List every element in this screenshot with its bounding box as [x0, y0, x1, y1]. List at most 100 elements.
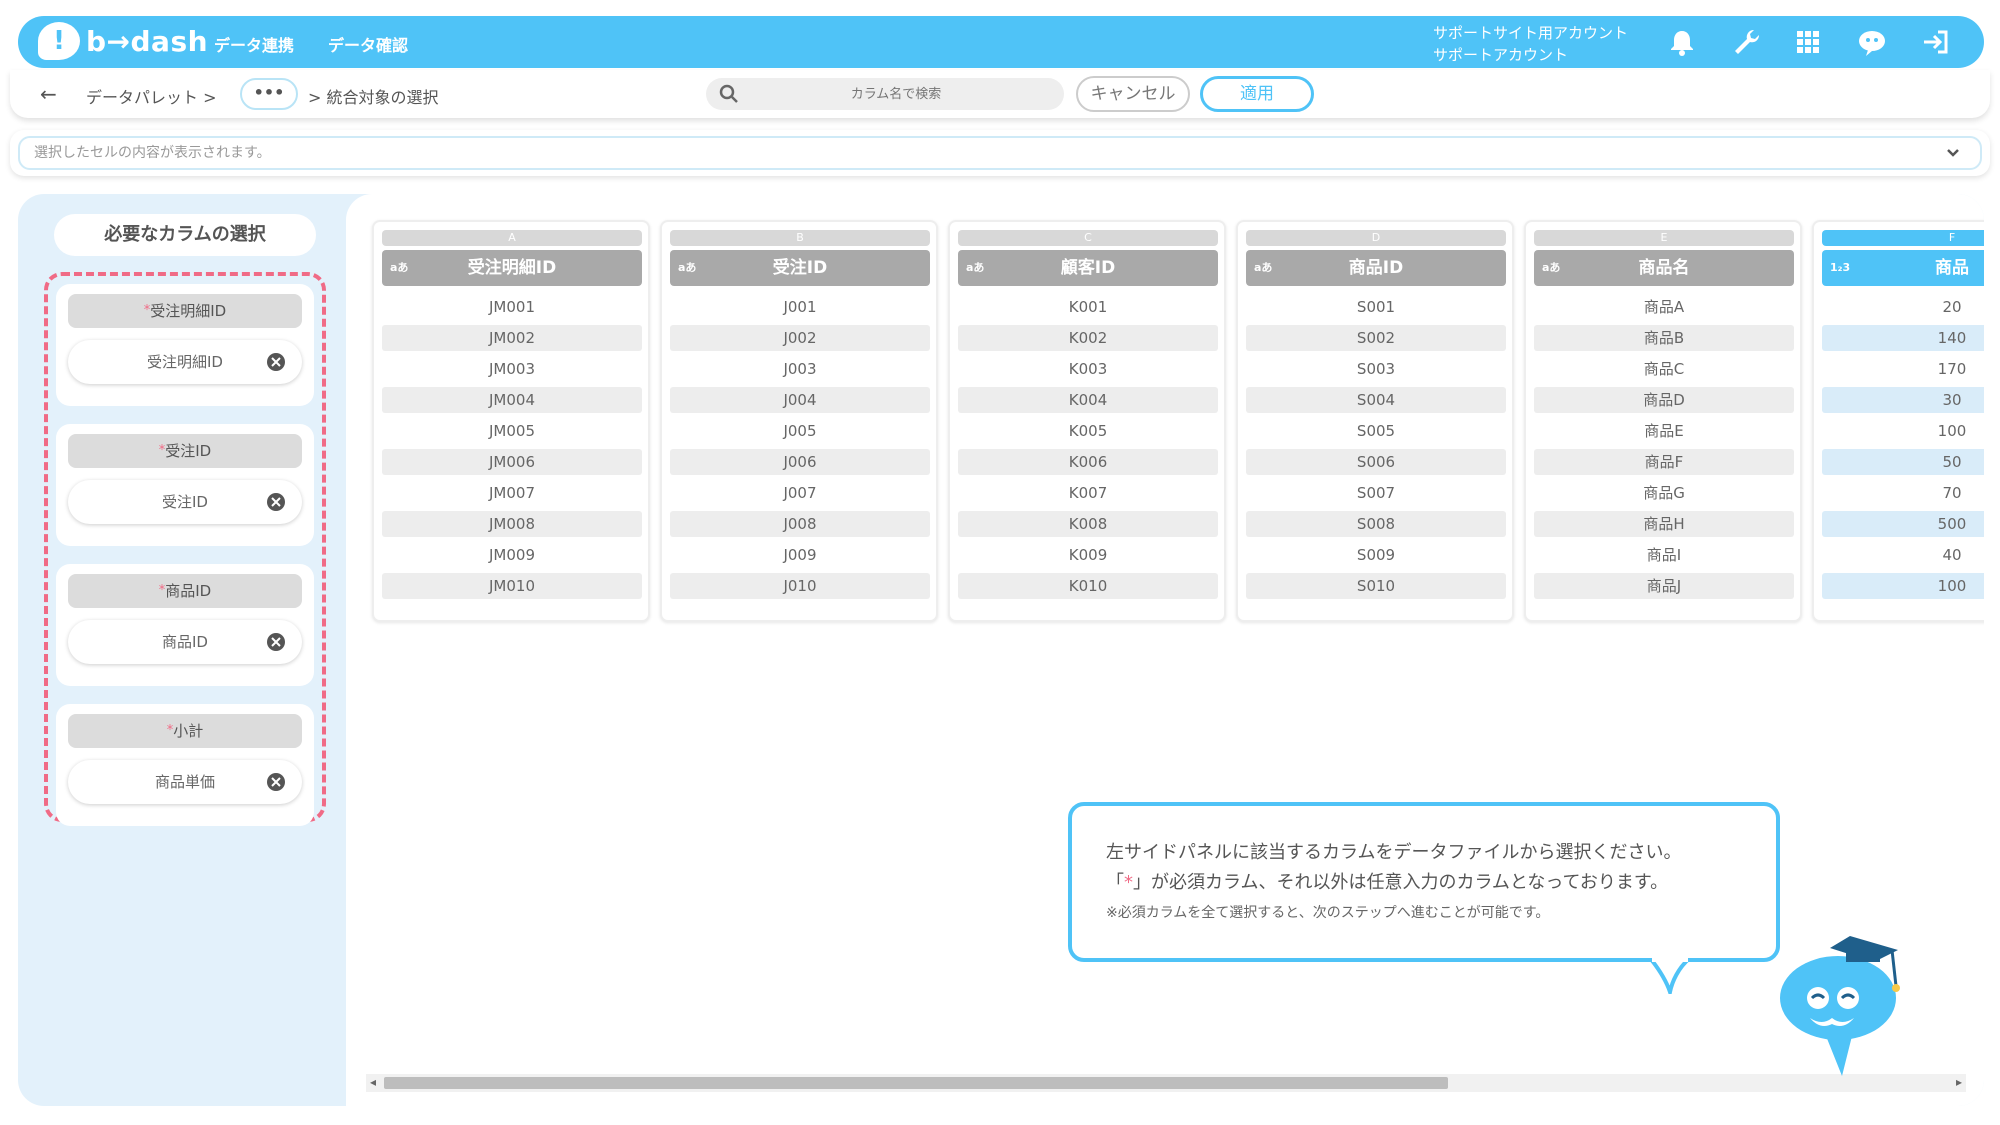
table-cell[interactable]: S003: [1246, 356, 1506, 382]
table-cell[interactable]: JM009: [382, 542, 642, 568]
scrollbar-thumb[interactable]: [384, 1077, 1448, 1089]
logo[interactable]: ! b→dash: [38, 22, 208, 60]
table-cell[interactable]: 商品J: [1534, 573, 1794, 599]
data-column[interactable]: F 1₂3 商品 20 140 170 30 100 50 70 500 40 100: [1812, 220, 1984, 622]
scroll-left-icon[interactable]: ◂: [370, 1075, 376, 1089]
column-header[interactable]: aあ 受注ID: [670, 250, 930, 286]
column-slot-value[interactable]: 受注明細ID: [68, 340, 302, 384]
breadcrumb-more-button[interactable]: •••: [240, 78, 298, 110]
table-cell[interactable]: K006: [958, 449, 1218, 475]
table-cell[interactable]: K002: [958, 325, 1218, 351]
clear-icon[interactable]: [266, 632, 286, 652]
data-column[interactable]: Baあ 受注ID J001 J002 J003 J004 J005 J006 J007 J008 J…: [660, 220, 938, 622]
apps-grid-icon[interactable]: [1792, 26, 1824, 58]
table-cell[interactable]: J009: [670, 542, 930, 568]
table-cell[interactable]: K009: [958, 542, 1218, 568]
table-cell[interactable]: J003: [670, 356, 930, 382]
table-cell[interactable]: 30: [1822, 387, 1984, 413]
table-cell[interactable]: J002: [670, 325, 930, 351]
data-column[interactable]: Daあ 商品ID S001 S002 S003 S004 S005 S006 S007 S008 S…: [1236, 220, 1514, 622]
column-header[interactable]: 1₂3 商品: [1822, 250, 1984, 286]
table-cell[interactable]: JM003: [382, 356, 642, 382]
table-cell[interactable]: J010: [670, 573, 930, 599]
table-cell[interactable]: S008: [1246, 511, 1506, 537]
bell-icon[interactable]: [1666, 26, 1698, 58]
clear-icon[interactable]: [266, 492, 286, 512]
table-cell[interactable]: S006: [1246, 449, 1506, 475]
table-cell[interactable]: J008: [670, 511, 930, 537]
table-cell[interactable]: S004: [1246, 387, 1506, 413]
column-header[interactable]: aあ 商品名: [1534, 250, 1794, 286]
column-slot-value[interactable]: 商品ID: [68, 620, 302, 664]
table-cell[interactable]: 商品C: [1534, 356, 1794, 382]
table-cell[interactable]: S001: [1246, 294, 1506, 320]
table-cell[interactable]: J007: [670, 480, 930, 506]
table-cell[interactable]: K003: [958, 356, 1218, 382]
apply-button[interactable]: 適用: [1200, 76, 1314, 112]
cancel-button[interactable]: キャンセル: [1076, 76, 1190, 112]
table-cell[interactable]: JM004: [382, 387, 642, 413]
table-cell[interactable]: JM005: [382, 418, 642, 444]
table-cell[interactable]: JM008: [382, 511, 642, 537]
table-cell[interactable]: 商品A: [1534, 294, 1794, 320]
column-header[interactable]: aあ 顧客ID: [958, 250, 1218, 286]
table-cell[interactable]: J004: [670, 387, 930, 413]
column-search[interactable]: [706, 78, 1064, 110]
table-cell[interactable]: S010: [1246, 573, 1506, 599]
table-cell[interactable]: 商品B: [1534, 325, 1794, 351]
data-column[interactable]: Caあ 顧客ID K001 K002 K003 K004 K005 K006 K007 K008 K…: [948, 220, 1226, 622]
table-cell[interactable]: 100: [1822, 573, 1984, 599]
table-cell[interactable]: S005: [1246, 418, 1506, 444]
breadcrumb-data-palette[interactable]: データパレット >: [86, 84, 217, 108]
table-cell[interactable]: JM006: [382, 449, 642, 475]
table-cell[interactable]: JM010: [382, 573, 642, 599]
nav-data-integration[interactable]: データ連携: [214, 32, 294, 56]
table-cell[interactable]: K001: [958, 294, 1218, 320]
table-cell[interactable]: J006: [670, 449, 930, 475]
table-cell[interactable]: 500: [1822, 511, 1984, 537]
table-cell[interactable]: K005: [958, 418, 1218, 444]
table-cell[interactable]: JM007: [382, 480, 642, 506]
table-cell[interactable]: K008: [958, 511, 1218, 537]
column-header[interactable]: aあ 商品ID: [1246, 250, 1506, 286]
chevron-down-icon[interactable]: [1942, 142, 1964, 164]
table-cell[interactable]: J005: [670, 418, 930, 444]
table-cell[interactable]: 140: [1822, 325, 1984, 351]
table-cell[interactable]: JM001: [382, 294, 642, 320]
table-cell[interactable]: 商品G: [1534, 480, 1794, 506]
search-input[interactable]: [746, 82, 1046, 106]
scroll-right-icon[interactable]: ▸: [1956, 1075, 1962, 1089]
table-cell[interactable]: 50: [1822, 449, 1984, 475]
table-cell[interactable]: 商品E: [1534, 418, 1794, 444]
table-cell[interactable]: 170: [1822, 356, 1984, 382]
table-cell[interactable]: 商品I: [1534, 542, 1794, 568]
account-info[interactable]: サポートサイト用アカウント サポートアカウント: [1433, 22, 1628, 66]
logout-icon[interactable]: [1920, 26, 1952, 58]
column-slot-value[interactable]: 商品単価: [68, 760, 302, 804]
table-cell[interactable]: K010: [958, 573, 1218, 599]
table-cell[interactable]: 40: [1822, 542, 1984, 568]
table-cell[interactable]: S007: [1246, 480, 1506, 506]
cell-content-field[interactable]: 選択したセルの内容が表示されます。: [18, 136, 1982, 170]
table-cell[interactable]: S002: [1246, 325, 1506, 351]
data-column[interactable]: Eaあ 商品名 商品A 商品B 商品C 商品D 商品E 商品F 商品G 商品H 商品I 商品J: [1524, 220, 1802, 622]
horizontal-scrollbar[interactable]: ◂ ▸: [366, 1074, 1966, 1092]
table-cell[interactable]: 20: [1822, 294, 1984, 320]
table-cell[interactable]: K004: [958, 387, 1218, 413]
table-cell[interactable]: K007: [958, 480, 1218, 506]
column-header[interactable]: aあ 受注明細ID: [382, 250, 642, 286]
clear-icon[interactable]: [266, 352, 286, 372]
wrench-icon[interactable]: [1730, 26, 1762, 58]
column-slot-value[interactable]: 受注ID: [68, 480, 302, 524]
table-cell[interactable]: 100: [1822, 418, 1984, 444]
table-cell[interactable]: JM002: [382, 325, 642, 351]
table-cell[interactable]: 70: [1822, 480, 1984, 506]
back-arrow-icon[interactable]: ←: [40, 82, 57, 106]
clear-icon[interactable]: [266, 772, 286, 792]
table-cell[interactable]: J001: [670, 294, 930, 320]
table-cell[interactable]: 商品H: [1534, 511, 1794, 537]
nav-data-check[interactable]: データ確認: [328, 32, 408, 56]
table-cell[interactable]: 商品D: [1534, 387, 1794, 413]
data-column[interactable]: Aaあ 受注明細ID JM001 JM002 JM003 JM004 JM005 JM006 J…: [372, 220, 650, 622]
table-cell[interactable]: S009: [1246, 542, 1506, 568]
